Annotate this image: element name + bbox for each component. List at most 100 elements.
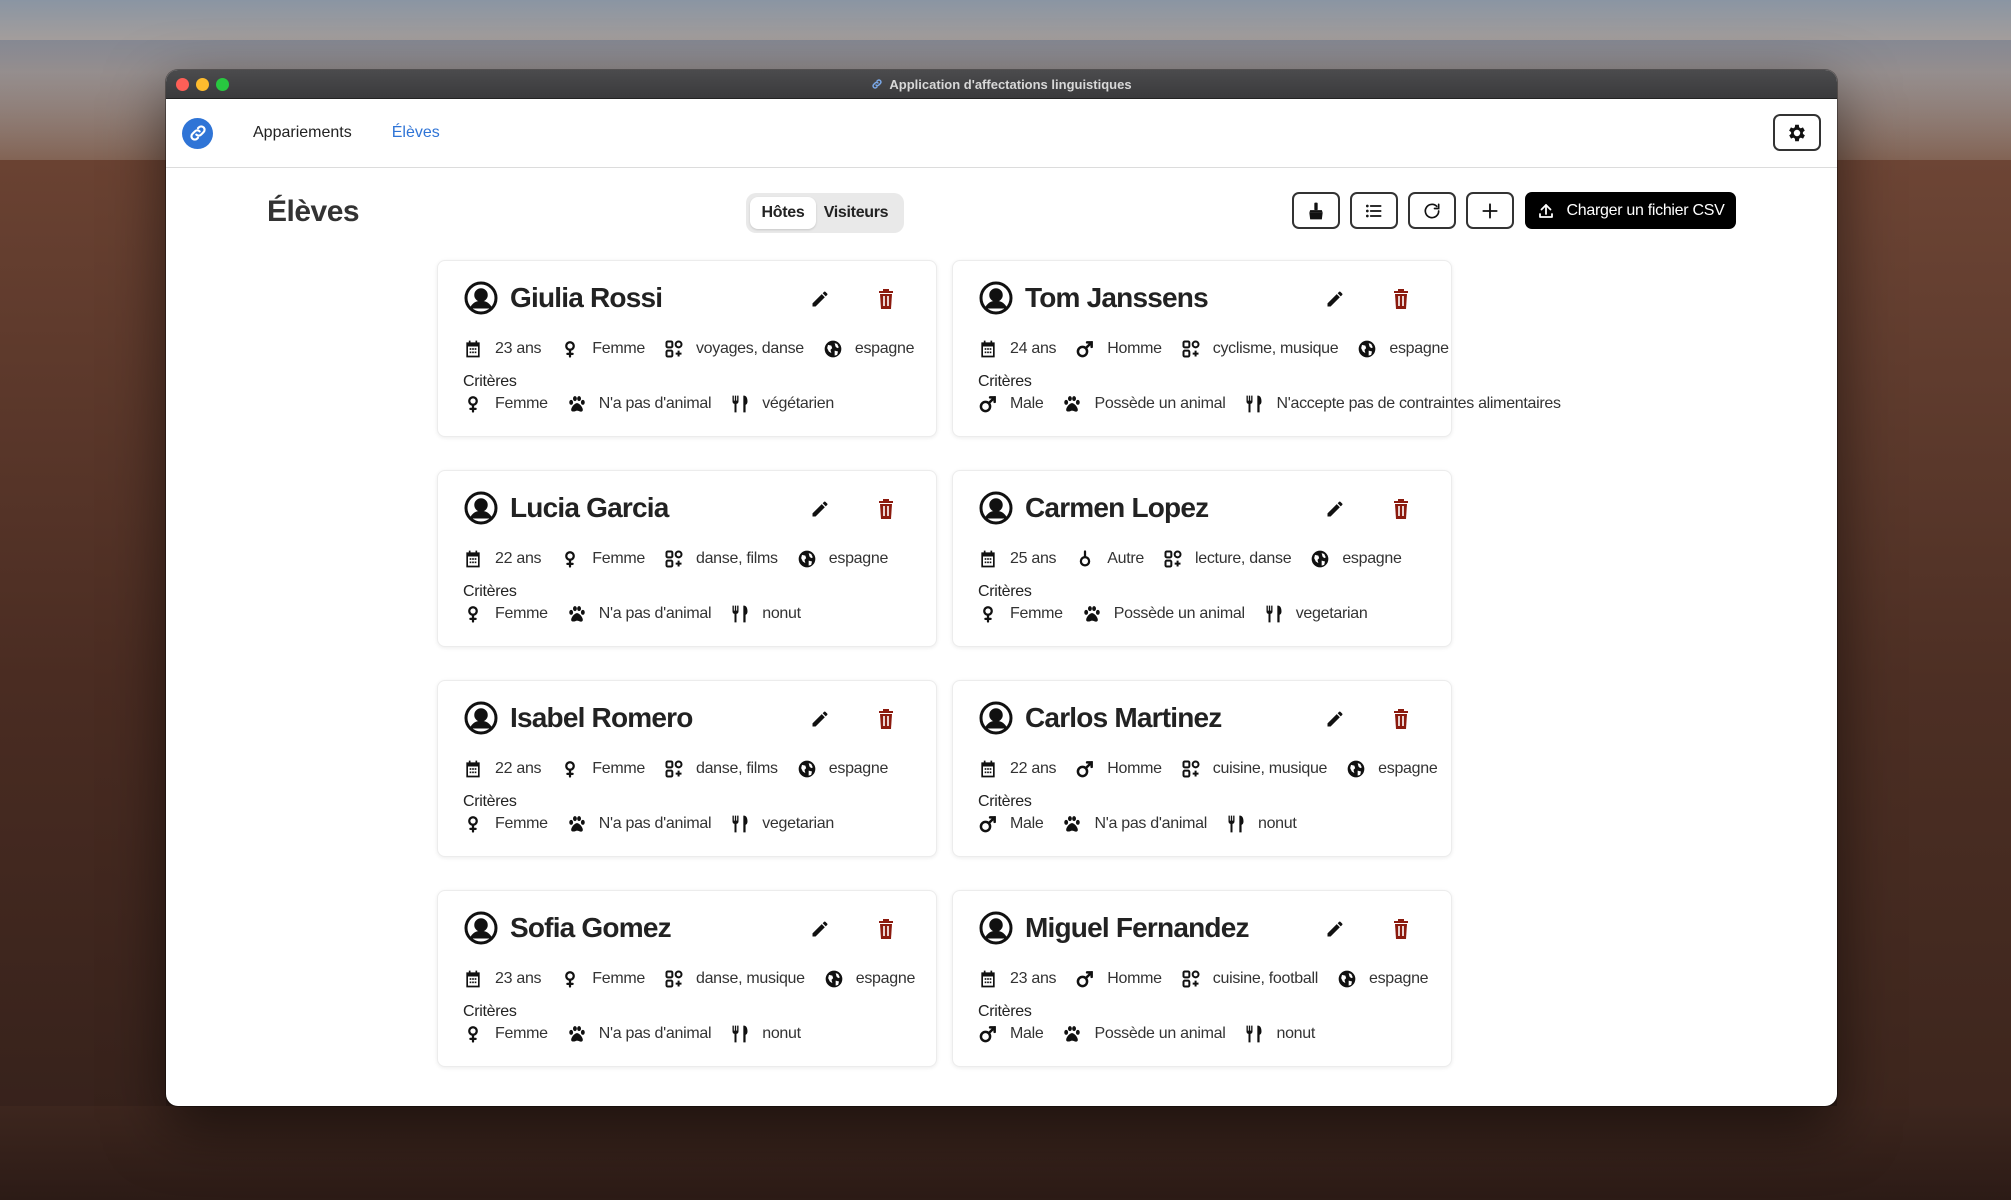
delete-button[interactable] (874, 917, 898, 941)
criteria-diet: vegetarian (762, 815, 834, 832)
mars-icon (1075, 759, 1095, 779)
close-window-button[interactable] (176, 78, 189, 91)
criteria-pet: N'a pas d'animal (598, 395, 712, 412)
mars-icon (978, 814, 998, 834)
student-info-row: 22 ans Femme danse, films espagne (463, 549, 907, 569)
minimize-window-button[interactable] (196, 78, 209, 91)
criteria-label: Critères (978, 583, 1032, 600)
student-card: Tom Janssens 24 ans Homme cyclisme, musi… (952, 260, 1561, 437)
navbar: Appariements Élèves (166, 99, 1837, 168)
globe-icon (1337, 969, 1357, 989)
paw-icon (1082, 604, 1102, 624)
globe-icon (797, 759, 817, 779)
trash-icon (1394, 499, 1408, 519)
student-age: 25 ans (1010, 550, 1057, 567)
paw-icon (567, 1024, 587, 1044)
page-title: Élèves (267, 195, 360, 228)
pencil-icon (812, 291, 828, 307)
delete-button[interactable] (874, 497, 898, 521)
edit-button[interactable] (1323, 287, 1347, 311)
student-card: Carlos Martinez 22 ans Homme cuisine, mu… (952, 680, 1452, 857)
clear-button[interactable] (1292, 192, 1340, 229)
delete-button[interactable] (1389, 497, 1413, 521)
list-view-button[interactable] (1350, 192, 1398, 229)
criteria-row: Femme N'a pas d'animal nonut (463, 1024, 820, 1044)
nav-appariements[interactable]: Appariements (253, 124, 352, 142)
student-header: Giulia Rossi (463, 280, 663, 316)
delete-button[interactable] (1389, 287, 1413, 311)
user-circle-icon (464, 491, 498, 525)
paw-icon (1062, 1024, 1082, 1044)
student-card: Isabel Romero 22 ans Femme danse, films … (437, 680, 937, 857)
zoom-window-button[interactable] (216, 78, 229, 91)
student-interests: danse, films (695, 760, 778, 777)
criteria-row: Male Possède un animal nonut (978, 1024, 1334, 1044)
tab-visiteurs[interactable]: Visiteurs (816, 197, 896, 229)
calendar-icon (978, 339, 998, 359)
criteria-label: Critères (463, 373, 517, 390)
criteria-gender: Male (1010, 815, 1044, 832)
plus-icon (1482, 202, 1498, 219)
criteria-diet: vegetarian (1295, 605, 1368, 622)
link-icon (189, 125, 206, 141)
interests-icon (664, 759, 684, 779)
student-name: Giulia Rossi (510, 282, 663, 313)
nav-eleves[interactable]: Élèves (392, 124, 440, 142)
settings-button[interactable] (1773, 114, 1821, 151)
student-gender: Homme (1107, 970, 1162, 987)
paw-icon (567, 814, 587, 834)
delete-button[interactable] (874, 707, 898, 731)
pencil-icon (812, 921, 828, 937)
paw-icon (1062, 814, 1082, 834)
delete-button[interactable] (1389, 707, 1413, 731)
criteria-pet: N'a pas d'animal (598, 605, 712, 622)
edit-button[interactable] (808, 707, 832, 731)
user-circle-icon (979, 281, 1013, 315)
student-country: espagne (1342, 550, 1402, 567)
student-country: espagne (828, 550, 889, 567)
edit-button[interactable] (1323, 497, 1347, 521)
upload-icon (1538, 203, 1553, 218)
criteria-diet: N'accepte pas de contraintes alimentaire… (1276, 395, 1561, 412)
host-visitor-toggle: Hôtes Visiteurs (746, 193, 904, 233)
delete-button[interactable] (874, 287, 898, 311)
user-circle-icon (979, 911, 1013, 945)
trash-icon (879, 919, 893, 939)
student-info-row: 22 ans Femme danse, films espagne (463, 759, 907, 779)
app-logo[interactable] (182, 117, 213, 149)
pencil-icon (812, 501, 828, 517)
venus-icon (560, 759, 580, 779)
trash-icon (1394, 709, 1408, 729)
edit-button[interactable] (1323, 917, 1347, 941)
edit-button[interactable] (808, 287, 832, 311)
student-header: Isabel Romero (463, 700, 693, 736)
globe-icon (797, 549, 817, 569)
criteria-gender: Femme (495, 1025, 548, 1042)
delete-button[interactable] (1389, 917, 1413, 941)
refresh-icon (1424, 203, 1440, 219)
student-name: Carmen Lopez (1025, 492, 1209, 523)
student-header: Carmen Lopez (978, 490, 1209, 526)
interests-icon (1163, 549, 1183, 569)
globe-icon (824, 969, 844, 989)
criteria-label: Critères (978, 1003, 1032, 1020)
student-interests: voyages, danse (695, 340, 804, 357)
student-name: Miguel Fernandez (1025, 912, 1249, 943)
calendar-icon (978, 969, 998, 989)
venus-icon (560, 549, 580, 569)
student-card: Lucia Garcia 22 ans Femme danse, films e… (437, 470, 937, 647)
edit-button[interactable] (1323, 707, 1347, 731)
student-gender: Femme (592, 970, 645, 987)
edit-button[interactable] (808, 917, 832, 941)
criteria-diet: nonut (1257, 815, 1297, 832)
student-gender: Autre (1107, 550, 1144, 567)
tab-hotes[interactable]: Hôtes (750, 197, 816, 229)
add-button[interactable] (1466, 192, 1514, 229)
student-name: Carlos Martinez (1025, 702, 1222, 733)
criteria-pet: Possède un animal (1094, 1025, 1226, 1042)
refresh-button[interactable] (1408, 192, 1456, 229)
upload-csv-button[interactable]: Charger un fichier CSV (1525, 192, 1736, 229)
criteria-label: Critères (463, 793, 517, 810)
edit-button[interactable] (808, 497, 832, 521)
student-age: 22 ans (495, 550, 542, 567)
